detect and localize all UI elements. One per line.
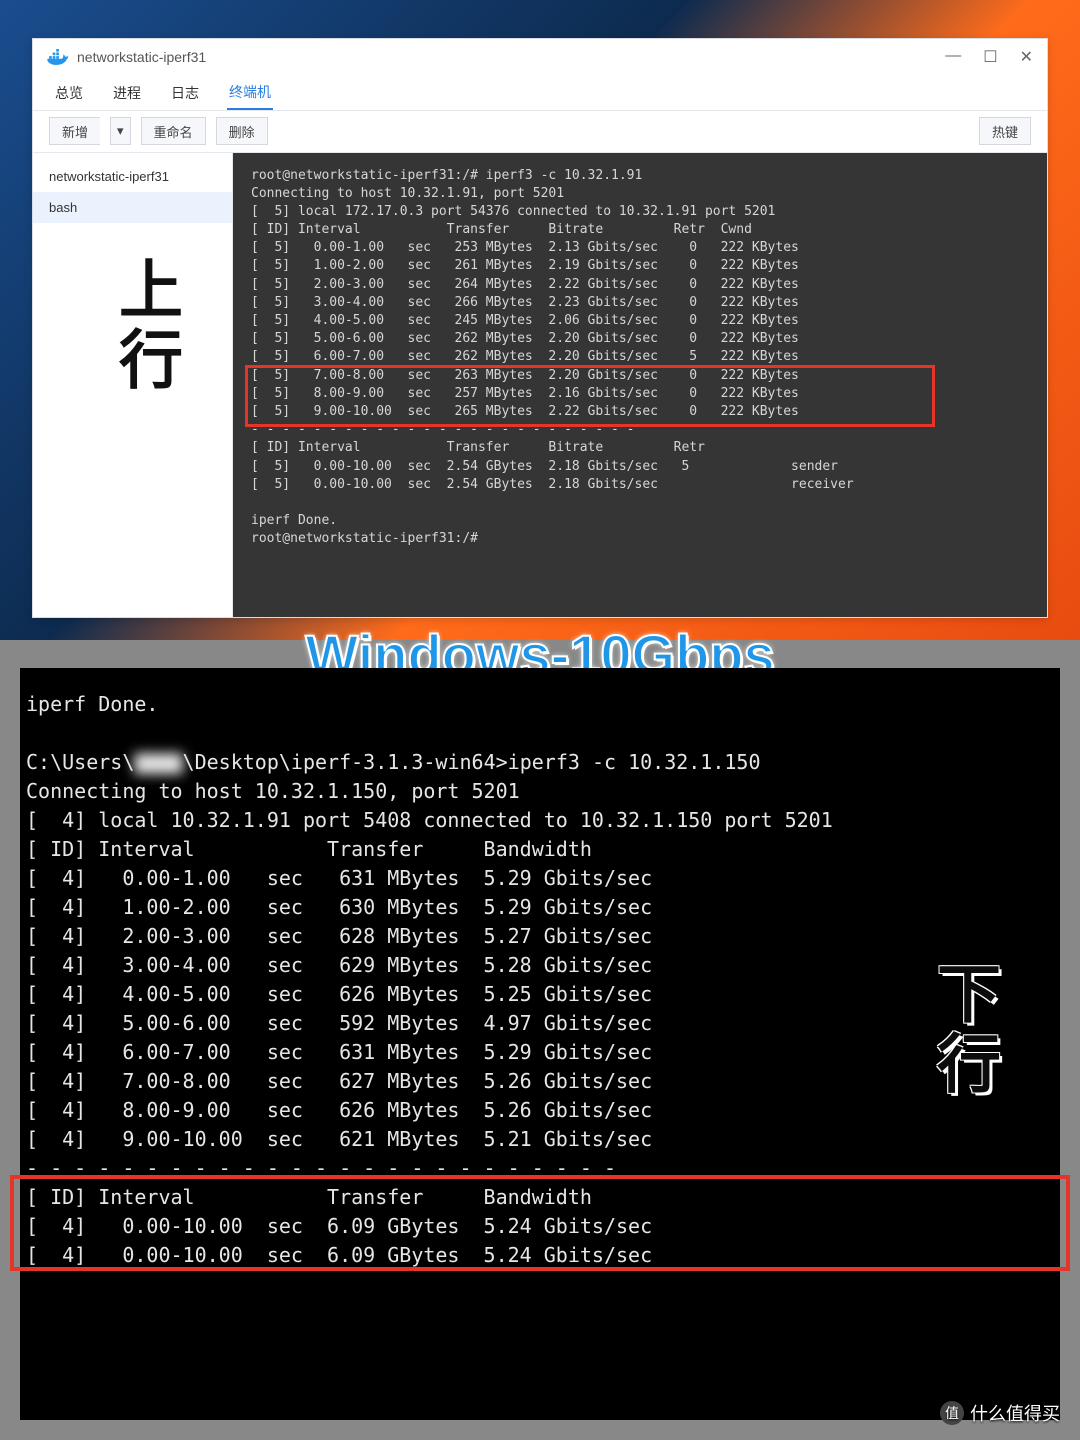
docker-icon: [47, 49, 69, 65]
window-title: networkstatic-iperf31: [77, 49, 206, 65]
highlight-box-upper: [245, 365, 935, 427]
tab-logs[interactable]: 日志: [169, 75, 201, 110]
window-controls: — ☐ ✕: [945, 47, 1033, 67]
minimize-icon[interactable]: —: [945, 47, 961, 67]
tab-bar: 总览 进程 日志 终端机: [33, 75, 1047, 111]
watermark-text: 什么值得买: [970, 1400, 1060, 1426]
maximize-icon[interactable]: ☐: [983, 47, 997, 67]
highlight-box-lower: [10, 1175, 1070, 1271]
tab-process[interactable]: 进程: [111, 75, 143, 110]
sidebar-item-bash[interactable]: bash: [33, 192, 232, 223]
watermark-badge-icon: 值: [940, 1401, 964, 1425]
upstream-label: 上行: [100, 256, 192, 396]
toolbar: 新增 ▾ 重命名 删除 热键: [33, 111, 1047, 152]
terminal-lower[interactable]: iperf Done. C:\Users\▇▇▇▇\Desktop\iperf-…: [20, 668, 1060, 1420]
add-button[interactable]: 新增: [49, 117, 100, 145]
downstream-label: 下行: [918, 960, 1010, 1100]
delete-button[interactable]: 删除: [216, 117, 268, 145]
titlebar: networkstatic-iperf31 — ☐ ✕: [33, 39, 1047, 75]
tab-overview[interactable]: 总览: [53, 75, 85, 110]
close-icon[interactable]: ✕: [1020, 47, 1033, 67]
watermark: 值 什么值得买: [940, 1400, 1060, 1426]
sidebar-item-session-1[interactable]: networkstatic-iperf31: [33, 161, 232, 192]
hotkey-button[interactable]: 热键: [979, 117, 1031, 145]
add-dropdown-caret[interactable]: ▾: [110, 117, 131, 145]
tab-terminal[interactable]: 终端机: [227, 75, 273, 110]
rename-button[interactable]: 重命名: [141, 117, 206, 145]
terminal-upper[interactable]: root@networkstatic-iperf31:/# iperf3 -c …: [233, 153, 1047, 618]
